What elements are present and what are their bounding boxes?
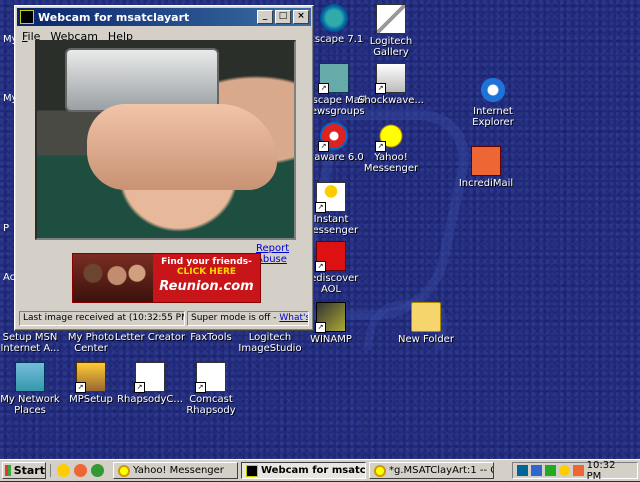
desktop-icon-logitech-imagestudio[interactable]: Logitech ImageStudio <box>234 332 306 354</box>
task-yahoo-messenger[interactable]: Yahoo! Messenger <box>113 462 238 479</box>
shortcut-arrow-icon: ↗ <box>318 83 329 94</box>
task-label: *g.MSATClayArt:1 -- Chat <box>389 465 493 476</box>
webcam-window[interactable]: Webcam for msatclayart _ □ × File Webcam… <box>14 5 314 331</box>
netscape-icon <box>320 4 348 32</box>
start-label: Start <box>13 464 45 477</box>
windows-flag-icon <box>5 465 11 476</box>
taskbar: Start Yahoo! Messenger Webcam for msatcl… <box>0 459 640 482</box>
icon-label: Comcast Rhapsody <box>186 394 236 416</box>
desktop-icon-logitech-gallery[interactable]: Logitech Gallery <box>355 4 427 58</box>
aim-running-man-icon: ↗ <box>315 182 346 213</box>
status-bar: Last image received at (10:32:55 PM) Sup… <box>19 311 309 326</box>
icon-label: New Folder <box>398 334 454 345</box>
tray-yahoo-icon[interactable] <box>558 465 570 476</box>
tray-speaker-icon[interactable] <box>517 465 528 476</box>
super-mode-status: Super mode is off - What's this? <box>187 311 309 326</box>
comcast-rhapsody-icon: ↗ <box>195 362 226 393</box>
rhapsody-icon: ↗ <box>134 362 165 393</box>
super-mode-text: Super mode is off - <box>191 313 280 323</box>
mpsetup-icon: ↗ <box>75 362 106 393</box>
yahoo-quicklaunch-icon[interactable] <box>57 464 70 477</box>
ad-faces-image <box>73 254 153 302</box>
icon-label: Shockwave... <box>357 95 424 106</box>
chat-icon <box>374 464 386 477</box>
webcam-app-icon[interactable] <box>20 10 34 24</box>
gallery-book-icon <box>376 4 406 34</box>
desktop-icon-yahoo-messenger[interactable]: ↗ Yahoo! Messenger <box>355 122 427 174</box>
ad-brand: Reunion.com <box>159 279 254 294</box>
incredimail-quicklaunch-icon[interactable] <box>74 464 87 477</box>
start-button[interactable]: Start <box>2 462 46 479</box>
yahoo-smiley-icon: ↗ <box>375 122 405 152</box>
winamp-icon: ↗ <box>315 302 346 333</box>
aol-icon: ↗ <box>315 241 346 272</box>
report-abuse-link[interactable]: Report Abuse <box>256 243 313 265</box>
shortcut-arrow-icon: ↗ <box>375 83 386 94</box>
whats-this-link[interactable]: What's this? <box>279 313 308 323</box>
icon-label: Logitech ImageStudio <box>238 332 302 354</box>
mail-icon: ↗ <box>318 63 349 94</box>
internet-explorer-icon <box>479 76 507 104</box>
system-tray: 10:32 PM <box>512 460 638 482</box>
icon-label: IncrediMail <box>458 178 514 189</box>
task-chat[interactable]: *g.MSATClayArt:1 -- Chat <box>369 462 494 479</box>
shortcut-arrow-icon: ↗ <box>318 141 329 152</box>
webcam-video-frame <box>35 40 296 240</box>
quick-launch <box>50 464 110 477</box>
tray-norton-icon[interactable] <box>544 465 556 476</box>
desktop-icon-internet-explorer[interactable]: Internet Explorer <box>457 76 529 128</box>
ad-line1: Find your friends- <box>161 257 252 267</box>
desktop-icon-comcast-rhapsody[interactable]: ↗ Comcast Rhapsody <box>175 362 247 416</box>
icon-label: Yahoo! Messenger <box>363 152 419 174</box>
reunion-ad-banner[interactable]: Find your friends- CLICK HERE Reunion.co… <box>72 253 261 303</box>
desktop-icon-shockwave[interactable]: ↗ Shockwave... <box>355 63 427 106</box>
shortcut-arrow-icon: ↗ <box>75 382 86 393</box>
icon-label: Logitech Gallery <box>369 36 413 58</box>
desktop-icon-incredimail[interactable]: IncrediMail <box>450 146 522 189</box>
ad-click-here: CLICK HERE <box>176 267 237 277</box>
task-webcam[interactable]: Webcam for msatcla... <box>241 462 366 479</box>
last-image-status: Last image received at (10:32:55 PM) <box>19 311 185 326</box>
adaware-icon: ↗ <box>318 122 348 152</box>
shockwave-icon: ↗ <box>375 63 406 94</box>
yahoo-smiley-icon <box>118 464 130 477</box>
shortcut-arrow-icon: ↗ <box>195 382 206 393</box>
edge-label-p[interactable]: P <box>3 223 9 234</box>
minimize-button[interactable]: _ <box>257 10 273 24</box>
video-hand <box>87 104 277 190</box>
task-label: Webcam for msatcla... <box>261 465 366 476</box>
incredimail-envelope-icon <box>471 146 501 176</box>
shortcut-arrow-icon: ↗ <box>375 141 386 152</box>
task-label: Yahoo! Messenger <box>133 465 224 476</box>
media-quicklaunch-icon[interactable] <box>91 464 104 477</box>
shortcut-arrow-icon: ↗ <box>315 322 326 333</box>
shortcut-arrow-icon: ↗ <box>315 202 326 213</box>
shortcut-arrow-icon: ↗ <box>315 261 326 272</box>
video-camera-object <box>65 48 219 112</box>
maximize-button[interactable]: □ <box>275 10 291 24</box>
desktop-icon-new-folder[interactable]: New Folder <box>390 302 462 345</box>
ad-copy: Find your friends- CLICK HERE Reunion.co… <box>153 254 260 302</box>
shortcut-arrow-icon: ↗ <box>134 382 145 393</box>
tray-network-icon[interactable] <box>530 465 542 476</box>
webcam-titlebar[interactable]: Webcam for msatclayart _ □ × <box>17 8 311 26</box>
network-places-icon <box>15 362 45 392</box>
icon-label: Internet Explorer <box>472 106 514 128</box>
tray-incredimail-icon[interactable] <box>572 465 584 476</box>
folder-icon <box>411 302 441 332</box>
window-title: Webcam for msatclayart <box>38 10 190 24</box>
clock[interactable]: 10:32 PM <box>587 460 637 482</box>
webcam-app-icon <box>246 464 258 477</box>
close-button[interactable]: × <box>293 10 309 24</box>
